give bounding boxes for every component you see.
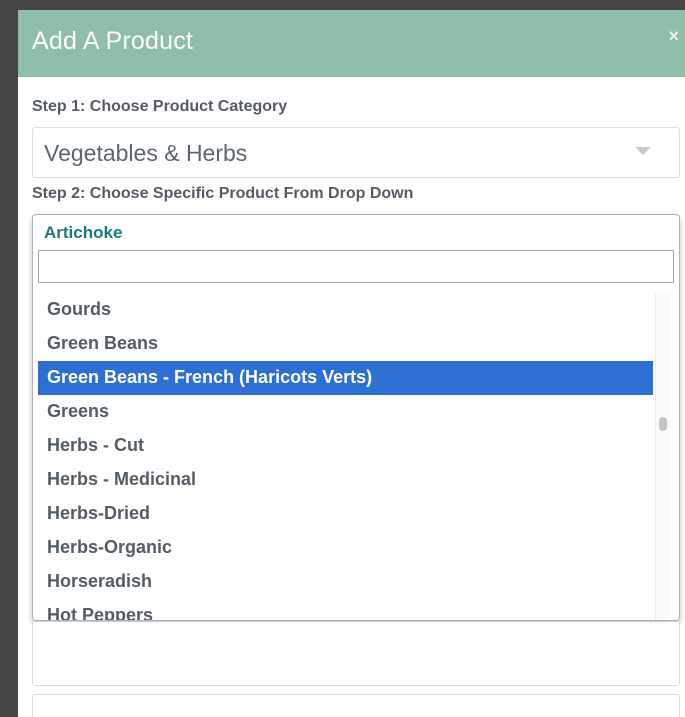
product-options-list: Gourds Green Beans Green Beans - French … — [38, 293, 653, 620]
step2-label: Step 2: Choose Specific Product From Dro… — [32, 185, 414, 202]
additional-field[interactable] — [32, 694, 680, 717]
category-selected-value: Vegetables & Herbs — [44, 140, 248, 166]
product-option[interactable]: Herbs-Organic — [38, 531, 653, 565]
product-details-field[interactable] — [32, 622, 680, 686]
product-search-input[interactable] — [38, 250, 674, 283]
product-option[interactable]: Herbs - Cut — [38, 429, 653, 463]
chevron-down-icon — [635, 147, 651, 155]
product-option-highlighted[interactable]: Green Beans - French (Haricots Verts) — [38, 361, 653, 395]
step1-label: Step 1: Choose Product Category — [32, 98, 288, 115]
options-scrollbar[interactable] — [655, 293, 670, 620]
modal-header: Add A Product × — [18, 10, 685, 77]
options-scrollbar-thumb[interactable] — [659, 417, 667, 431]
product-option[interactable]: Green Beans — [38, 327, 653, 361]
modal-title: Add A Product — [32, 27, 194, 55]
category-select[interactable]: Vegetables & Herbs — [32, 127, 680, 178]
product-selected-value: Artichoke — [44, 223, 123, 242]
product-option[interactable]: Gourds — [38, 293, 653, 327]
product-option[interactable]: Herbs - Medicinal — [38, 463, 653, 497]
product-option[interactable]: Greens — [38, 395, 653, 429]
add-product-modal: Add A Product × Step 1: Choose Product C… — [18, 10, 685, 717]
product-option[interactable]: Horseradish — [38, 565, 653, 599]
close-icon[interactable]: × — [668, 26, 679, 47]
product-dropdown[interactable]: Artichoke Gourds Green Beans Green Beans… — [32, 214, 680, 621]
product-option[interactable]: Hot Peppers — [38, 599, 653, 620]
product-option[interactable]: Herbs-Dried — [38, 497, 653, 531]
